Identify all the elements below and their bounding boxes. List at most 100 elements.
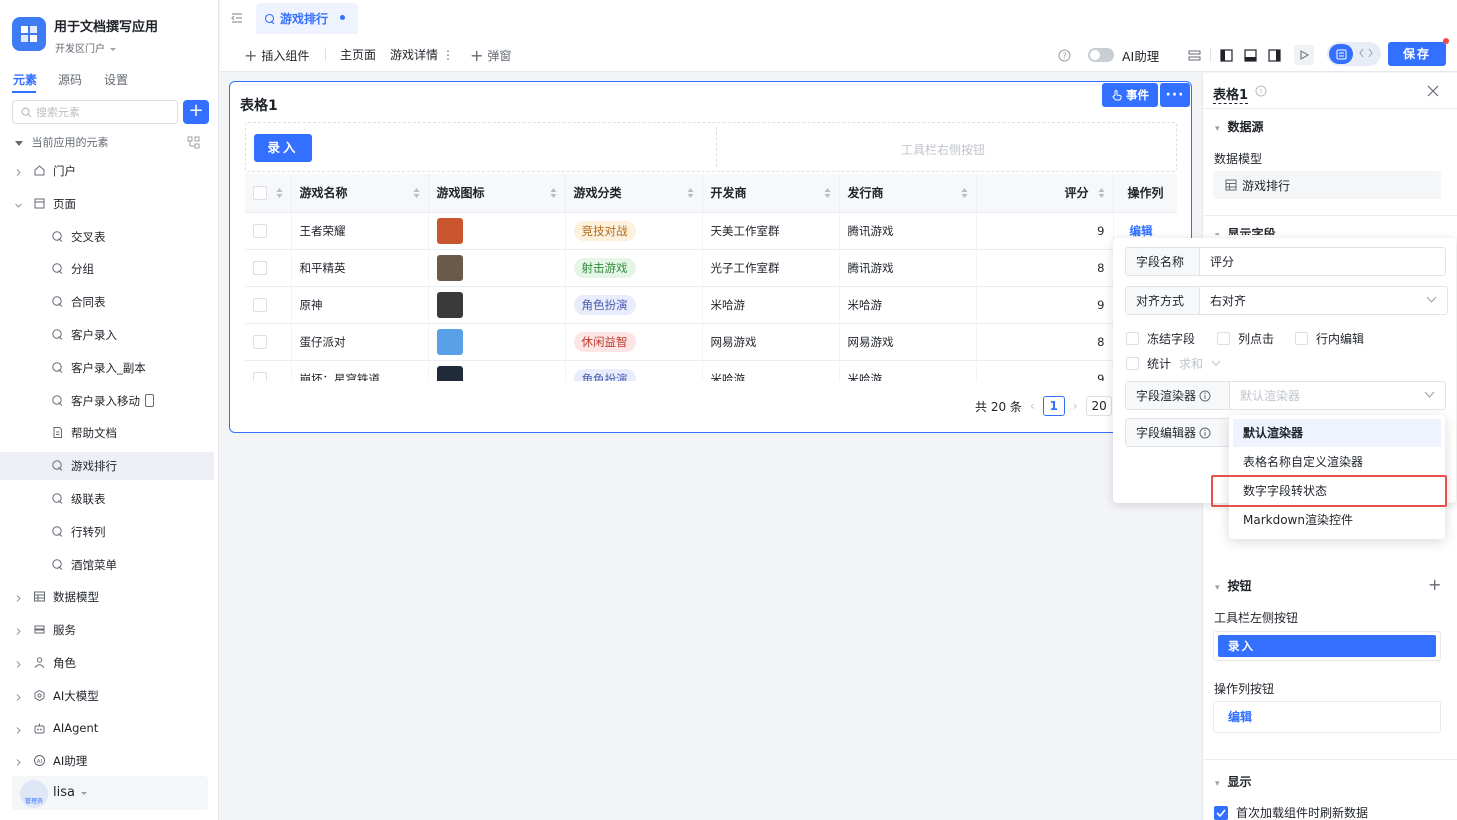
tab-elements[interactable]: 元素 xyxy=(13,71,37,88)
field-name-input[interactable]: 评分 xyxy=(1200,253,1445,270)
column-header-score[interactable]: 评分 xyxy=(976,174,1114,213)
stat-select[interactable]: 求和 xyxy=(1179,355,1203,372)
help-icon[interactable]: ? xyxy=(1255,85,1267,100)
tree-item[interactable]: 页面 xyxy=(0,190,214,218)
right-toolbar-dropzone[interactable]: 工具栏右侧按钮 xyxy=(901,141,985,158)
table-row[interactable]: 原神 角色扮演 米哈游 米哈游 9 xyxy=(245,286,1177,324)
tab-source[interactable]: 源码 xyxy=(58,71,82,88)
sort-icon[interactable] xyxy=(413,187,420,201)
sort-icon[interactable] xyxy=(276,187,283,201)
table-row[interactable]: 王者荣耀 竞技对战 天美工作室群 腾讯游戏 9 编辑 xyxy=(245,212,1177,250)
renderer-option-table-name-custom[interactable]: 表格名称自定义渲染器 xyxy=(1233,448,1441,476)
chevron-right-icon[interactable] xyxy=(14,625,23,639)
chevron-right-icon[interactable] xyxy=(14,724,23,738)
row-checkbox[interactable] xyxy=(253,297,267,312)
section-buttons[interactable]: ▾ 按钮 xyxy=(1215,577,1252,594)
chevron-right-icon[interactable] xyxy=(14,166,23,180)
section-fields[interactable]: ▾ 显示字段 xyxy=(1215,225,1276,235)
chevron-right-icon[interactable] xyxy=(14,691,23,705)
ai-assistant-toggle[interactable] xyxy=(1088,48,1114,62)
tree-item[interactable]: 客户录入_副本 xyxy=(0,354,214,382)
right-panel-icon[interactable] xyxy=(1264,45,1284,65)
info-icon[interactable] xyxy=(1199,390,1211,402)
checkbox[interactable] xyxy=(1295,332,1308,345)
info-icon[interactable] xyxy=(1199,427,1211,439)
row-checkbox[interactable] xyxy=(253,371,267,381)
nav-game-detail[interactable]: 游戏详情 ⋮ xyxy=(390,46,454,63)
tree-item[interactable]: AI大模型 xyxy=(0,682,214,710)
column-header-publisher[interactable]: 发行商 xyxy=(839,174,977,213)
data-model-select[interactable]: 游戏排行 xyxy=(1213,171,1441,199)
user-menu[interactable]: 管理员 lisa xyxy=(12,776,208,810)
section-datasource[interactable]: ▾ 数据源 xyxy=(1215,118,1264,135)
op-column-button-item[interactable]: 编辑 xyxy=(1213,701,1441,733)
refresh-on-load-option[interactable]: 首次加载组件时刷新数据 xyxy=(1214,804,1368,820)
tree-item[interactable]: 客户录入移动 xyxy=(0,387,214,415)
tree-item[interactable]: 级联表 xyxy=(0,485,214,513)
layout-grid-icon[interactable] xyxy=(1184,45,1204,65)
tree-item[interactable]: AI AI助理 xyxy=(0,747,214,775)
toolbar-button-item[interactable]: 录入 xyxy=(1218,635,1436,657)
design-code-toggle[interactable] xyxy=(1327,42,1381,66)
tree-item[interactable]: 合同表 xyxy=(0,288,214,316)
nav-home-page[interactable]: 主页面 xyxy=(340,46,376,63)
select-all-checkbox[interactable] xyxy=(253,186,267,200)
editor-row[interactable]: 字段编辑器 xyxy=(1125,418,1235,447)
close-icon[interactable] xyxy=(1427,85,1439,100)
row-checkbox[interactable] xyxy=(253,334,267,349)
chevron-right-icon[interactable] xyxy=(14,756,23,770)
tree-item[interactable]: 行转列 xyxy=(0,518,214,546)
page-number-current[interactable]: 1 xyxy=(1042,396,1065,416)
table-component-card[interactable]: 表格1 事件 ··· 录入 工具栏右侧按钮 游戏名称 游戏图标 游戏分类 开发商… xyxy=(229,81,1192,433)
tree-layout-icon[interactable] xyxy=(187,135,200,149)
chevron-right-icon[interactable] xyxy=(14,658,23,672)
checkbox-checked[interactable] xyxy=(1214,805,1228,820)
collapse-sidebar-icon[interactable] xyxy=(230,10,244,25)
tree-root[interactable]: 当前应用的元素 xyxy=(14,134,109,150)
tree-item[interactable]: 帮助文档 xyxy=(0,419,214,447)
column-click-option[interactable]: 列点击 xyxy=(1217,330,1274,347)
column-header-category[interactable]: 游戏分类 xyxy=(565,174,703,213)
checkbox[interactable] xyxy=(1126,332,1139,345)
inline-edit-option[interactable]: 行内编辑 xyxy=(1295,330,1364,347)
add-popup-button[interactable]: + 弹窗 xyxy=(470,46,511,65)
edit-link[interactable]: 编辑 xyxy=(1130,224,1153,238)
prev-page-icon[interactable]: ‹ xyxy=(1030,399,1035,413)
renderer-option-default[interactable]: 默认渲染器 xyxy=(1233,419,1441,447)
sort-icon[interactable] xyxy=(1098,187,1105,201)
tree-item[interactable]: AIAgent xyxy=(0,715,214,743)
add-button-plus-icon[interactable]: + xyxy=(1428,575,1441,594)
column-header-name[interactable]: 游戏名称 xyxy=(291,174,429,213)
checkbox[interactable] xyxy=(1126,357,1139,370)
page-size-select[interactable]: 20 xyxy=(1085,396,1112,416)
checkbox[interactable] xyxy=(1217,332,1230,345)
next-page-icon[interactable]: › xyxy=(1073,399,1078,413)
sort-icon[interactable] xyxy=(824,187,831,201)
preview-play-icon[interactable] xyxy=(1294,45,1314,65)
search-input[interactable] xyxy=(36,105,166,119)
insert-component-button[interactable]: + 插入组件 xyxy=(244,46,309,65)
sort-icon[interactable] xyxy=(961,187,968,201)
row-checkbox[interactable] xyxy=(253,223,267,238)
event-button[interactable]: 事件 xyxy=(1102,83,1158,107)
add-record-button[interactable]: 录入 xyxy=(254,134,312,162)
bottom-panel-icon[interactable] xyxy=(1240,45,1260,65)
more-options-button[interactable]: ··· xyxy=(1160,83,1190,107)
table-row[interactable]: 蛋仔派对 休闲益智 网易游戏 网易游戏 8 xyxy=(245,323,1177,361)
sort-icon[interactable] xyxy=(550,187,557,201)
tree-item[interactable]: 服务 xyxy=(0,616,214,644)
table-row[interactable]: 崩坏：星穹铁道 角色扮演 米哈游 米哈游 9 xyxy=(245,360,1177,381)
panel-title[interactable]: 表格1 xyxy=(1213,84,1249,104)
tree-item[interactable]: 分组 xyxy=(0,255,214,283)
tree-item[interactable]: 门户 xyxy=(0,157,214,185)
column-header-icon[interactable]: 游戏图标 xyxy=(428,174,566,213)
renderer-option-markdown[interactable]: Markdown渲染控件 xyxy=(1233,506,1441,534)
chevron-right-icon[interactable] xyxy=(14,592,23,606)
statistics-option[interactable]: 统计 求和 xyxy=(1126,355,1221,372)
freeze-field-option[interactable]: 冻结字段 xyxy=(1126,330,1195,347)
chevron-down-icon[interactable] xyxy=(14,199,23,213)
sort-icon[interactable] xyxy=(687,187,694,201)
tree-item[interactable]: 酒馆菜单 xyxy=(0,551,214,579)
select-all-header[interactable] xyxy=(245,174,292,213)
align-select[interactable]: 右对齐 xyxy=(1200,292,1447,309)
